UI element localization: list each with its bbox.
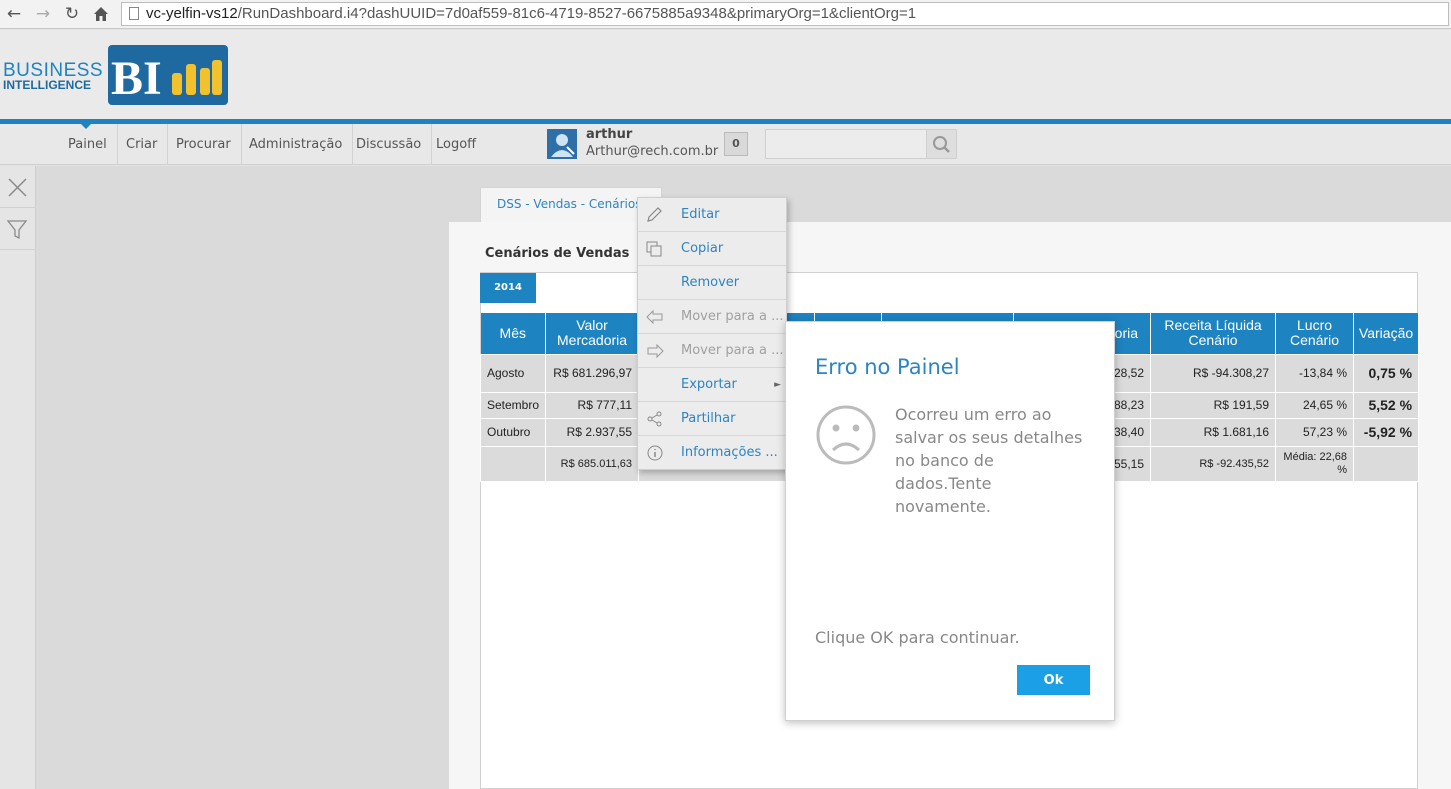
context-menu: Editar Copiar Remover Mover para a ... M… — [637, 197, 787, 470]
menu-item-editar[interactable]: Editar — [638, 198, 786, 232]
cell-lucro: 57,23 % — [1275, 417, 1355, 447]
menu-item-partilhar[interactable]: Partilhar — [638, 402, 786, 436]
menu-item-remover[interactable]: Remover — [638, 266, 786, 300]
menu-item-exportar[interactable]: Exportar ► — [638, 368, 786, 402]
notification-count[interactable]: 0 — [724, 132, 748, 156]
year-tab-2014[interactable]: 2014 — [480, 273, 536, 303]
url-path: /RunDashboard.i4?dashUUID=7d0af559-81c6-… — [237, 5, 917, 22]
col-valor-mercadoria[interactable]: Valor Mercadoria — [545, 313, 640, 354]
nav-logoff[interactable]: Logoff — [426, 124, 486, 165]
close-panel-button[interactable] — [0, 166, 36, 208]
col-lucro-cenario[interactable]: Lucro Cenário — [1275, 313, 1355, 354]
filter-icon — [6, 220, 28, 240]
menu-item-label: Copiar — [681, 241, 724, 256]
cell-mes: Agosto — [479, 353, 547, 393]
dashboard-tab[interactable]: DSS - Vendas - Cenários — [480, 187, 662, 223]
left-toolbar — [0, 166, 36, 789]
cell-valor: R$ 777,11 — [545, 391, 640, 419]
menu-item-label: Mover para a ... — [681, 309, 784, 324]
dialog-message: Ocorreu um erro ao salvar os seus detalh… — [895, 405, 1083, 516]
menu-item-label: Partilhar — [681, 411, 736, 426]
cell-lucro: -13,84 % — [1275, 353, 1355, 393]
address-bar[interactable]: vc-yelfin-vs12/RunDashboard.i4?dashUUID=… — [121, 2, 1449, 26]
back-icon[interactable]: ← — [3, 3, 25, 25]
home-icon[interactable] — [90, 3, 112, 25]
cell-receita: R$ 1.681,16 — [1150, 417, 1277, 447]
user-name: arthur — [586, 127, 633, 142]
share-icon — [647, 411, 662, 427]
menu-item-label: Mover para a ... — [681, 343, 784, 358]
error-dialog: Erro no Painel Ocorreu um erro ao salvar… — [785, 321, 1115, 721]
browser-toolbar: ← → ↻ vc-yelfin-vs12/RunDashboard.i4?das… — [0, 0, 1451, 29]
total-mes — [479, 445, 547, 482]
nav-procurar[interactable]: Procurar — [166, 124, 242, 165]
menu-item-label: Remover — [681, 275, 740, 290]
menu-item-mover-direita[interactable]: Mover para a ... — [638, 334, 786, 368]
logo-line2: INTELLIGENCE — [3, 78, 91, 92]
nav-criar[interactable]: Criar — [116, 124, 169, 165]
submenu-arrow-icon: ► — [774, 380, 781, 390]
business-intelligence-logo[interactable]: BUSINESS INTELLIGENCE BI — [0, 44, 230, 106]
page-icon — [129, 7, 139, 20]
col-receita-liquida[interactable]: Receita Líquida Cenário — [1150, 313, 1277, 354]
search-button[interactable] — [926, 129, 957, 159]
cell-lucro: 24,65 % — [1275, 391, 1355, 419]
copy-icon — [646, 241, 662, 257]
menu-item-copiar[interactable]: Copiar — [638, 232, 786, 266]
dialog-hint: Clique OK para continuar. — [815, 628, 1020, 647]
avatar[interactable] — [547, 129, 577, 159]
col-variacao[interactable]: Variação — [1353, 313, 1420, 354]
nav-discussao[interactable]: Discussão — [346, 124, 433, 165]
cell-mes: Setembro — [479, 391, 547, 419]
cell-valor: R$ 681.296,97 — [545, 353, 640, 393]
cell-variacao: 5,52 % — [1353, 391, 1420, 419]
url-text: vc-yelfin-vs12/RunDashboard.i4?dashUUID=… — [146, 5, 916, 22]
menu-item-label: Exportar — [681, 377, 737, 392]
cell-variacao: 0,75 % — [1353, 353, 1420, 393]
close-icon — [8, 178, 27, 197]
total-valor: R$ 685.011,63 — [545, 445, 640, 482]
info-icon — [647, 445, 663, 461]
nav-painel[interactable]: Painel — [58, 124, 118, 165]
total-lucro-media: Média: 22,68 % — [1275, 445, 1355, 482]
url-host: vc-yelfin-vs12 — [146, 5, 238, 22]
sad-face-icon — [816, 405, 876, 465]
cell-receita: R$ -94.308,27 — [1150, 353, 1277, 393]
forward-icon[interactable]: → — [32, 3, 54, 25]
filter-button[interactable] — [0, 208, 36, 250]
cell-mes: Outubro — [479, 417, 547, 447]
pencil-icon — [647, 207, 662, 222]
user-email: Arthur@rech.com.br — [586, 144, 719, 159]
total-variacao — [1353, 445, 1420, 482]
search-icon — [933, 136, 950, 153]
panel-title: Cenários de Vendas — [485, 246, 630, 261]
total-receita: R$ -92.435,52 — [1150, 445, 1277, 482]
arrow-left-icon — [646, 309, 663, 325]
logo-mark: BI — [111, 52, 162, 105]
menu-item-label: Editar — [681, 207, 720, 222]
active-nav-indicator — [81, 124, 91, 129]
menu-item-label: Informações ... — [681, 445, 778, 460]
reload-icon[interactable]: ↻ — [61, 3, 83, 25]
col-mes[interactable]: Mês — [480, 313, 547, 354]
ok-button[interactable]: Ok — [1017, 665, 1090, 695]
cell-valor: R$ 2.937,55 — [545, 417, 640, 447]
menu-item-informacoes[interactable]: Informações ... — [638, 436, 786, 470]
cell-variacao: -5,92 % — [1353, 417, 1420, 447]
cell-receita: R$ 191,59 — [1150, 391, 1277, 419]
dialog-title: Erro no Painel — [815, 355, 960, 379]
nav-administracao[interactable]: Administração — [239, 124, 354, 165]
menu-item-mover-esquerda[interactable]: Mover para a ... — [638, 300, 786, 334]
search-input[interactable] — [765, 129, 927, 159]
arrow-right-icon — [647, 343, 664, 359]
